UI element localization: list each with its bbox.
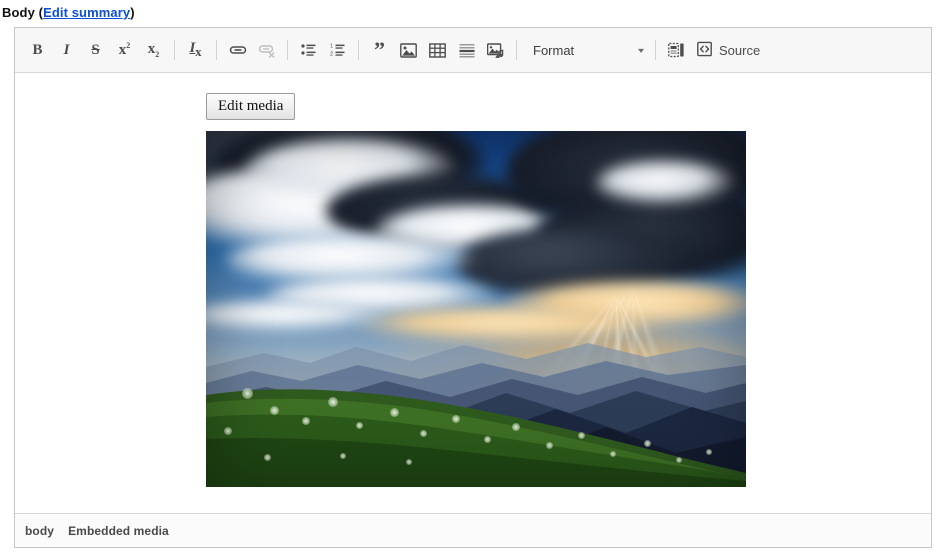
strikethrough-button[interactable]: S	[82, 37, 109, 64]
media-icon	[487, 42, 504, 58]
wildflower	[420, 430, 427, 437]
strikethrough-icon: S	[91, 41, 100, 58]
unlink-button[interactable]	[253, 37, 280, 64]
horizontal-rule-button[interactable]	[453, 37, 480, 64]
edit-media-button[interactable]: Edit media	[206, 93, 296, 120]
bulleted-list-button[interactable]	[295, 37, 322, 64]
wildflower	[264, 454, 271, 461]
source-code-icon	[697, 41, 713, 60]
wildflower	[578, 432, 585, 439]
remove-format-button[interactable]: Ix	[182, 37, 209, 64]
source-button[interactable]: Source	[691, 37, 766, 64]
wildflower	[224, 427, 232, 435]
wildflower	[610, 451, 616, 457]
bold-button[interactable]: B	[24, 37, 51, 64]
paren-close-char: )	[130, 5, 135, 20]
wildflower	[242, 388, 253, 399]
wildflower	[644, 440, 651, 447]
remove-format-icon: Ix	[189, 40, 202, 59]
toolbar-separator	[655, 40, 656, 60]
bulleted-list-icon	[300, 42, 317, 58]
wildflower	[676, 457, 682, 463]
subscript-button[interactable]: x2	[140, 37, 167, 64]
superscript-button[interactable]: x2	[111, 37, 138, 64]
toolbar-separator	[287, 40, 288, 60]
format-select[interactable]: Format ▾	[523, 36, 649, 64]
table-button[interactable]	[424, 37, 451, 64]
wildflower	[512, 423, 520, 431]
grass-meadow	[206, 389, 746, 487]
link-button[interactable]	[224, 37, 251, 64]
wildflower	[270, 406, 279, 415]
media-button[interactable]	[482, 37, 509, 64]
toolbar-separator	[358, 40, 359, 60]
image-button[interactable]	[395, 37, 422, 64]
numbered-list-button[interactable]: 1 2	[324, 37, 351, 64]
embedded-image[interactable]	[206, 131, 746, 487]
wildflower	[406, 459, 412, 465]
italic-button[interactable]: I	[53, 37, 80, 64]
svg-text:1: 1	[330, 44, 333, 50]
field-label: Body (Edit summary)	[0, 0, 948, 27]
source-button-label: Source	[719, 42, 761, 58]
italic-icon: I	[63, 41, 70, 58]
wildflower	[706, 449, 712, 455]
svg-text:2: 2	[330, 51, 333, 57]
bold-icon: B	[32, 41, 43, 58]
editor-toolbar: B I S x2 x2 Ix 1 2 ” Format ▾ Source	[15, 28, 931, 73]
templates-icon	[668, 42, 685, 58]
wildflower	[340, 453, 346, 459]
table-icon	[429, 42, 446, 58]
unlink-icon	[258, 41, 276, 59]
superscript-icon: x2	[118, 41, 131, 58]
numbered-list-icon: 1 2	[330, 42, 346, 58]
toolbar-separator	[174, 40, 175, 60]
blockquote-button[interactable]: ”	[366, 37, 393, 64]
edit-summary-link[interactable]: Edit summary	[43, 5, 130, 20]
wildflower	[484, 436, 491, 443]
embedded-media-widget[interactable]: Edit media	[206, 93, 746, 487]
editor-content-area[interactable]: Edit media	[15, 73, 931, 513]
wildflower	[328, 397, 338, 407]
image-icon	[400, 42, 417, 58]
rich-text-editor: B I S x2 x2 Ix 1 2 ” Format ▾ Source Edi…	[14, 27, 932, 548]
quote-icon: ”	[374, 37, 385, 62]
wildflower	[546, 442, 553, 449]
wildflower	[302, 417, 310, 425]
toolbar-separator	[216, 40, 217, 60]
wildflower	[356, 422, 363, 429]
field-label-text: Body	[2, 5, 35, 20]
subscript-icon: x2	[147, 41, 160, 59]
wildflower	[390, 408, 399, 417]
chevron-down-icon: ▾	[637, 45, 645, 55]
element-path-bar: body Embedded media	[15, 513, 931, 547]
element-path-embedded-media[interactable]: Embedded media	[68, 524, 169, 538]
element-path-body[interactable]: body	[25, 524, 54, 538]
wildflower	[452, 415, 460, 423]
format-select-label: Format	[533, 42, 575, 58]
toolbar-separator	[516, 40, 517, 60]
templates-button[interactable]	[663, 37, 690, 64]
horizontal-rule-icon	[459, 43, 475, 58]
link-icon	[229, 41, 247, 59]
